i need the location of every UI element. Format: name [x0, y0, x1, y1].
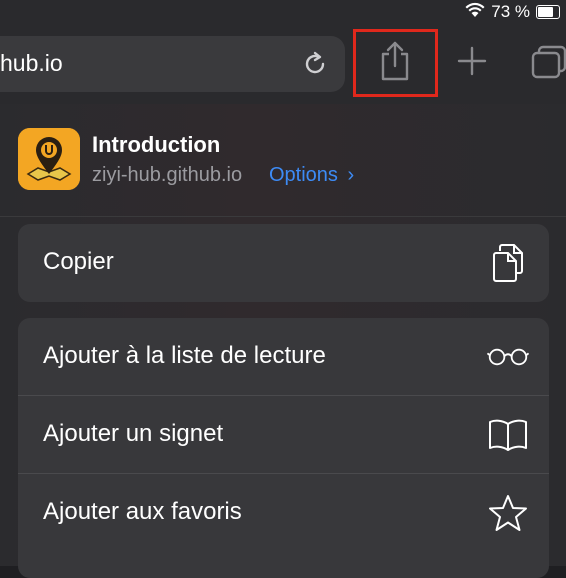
action-add-favorite[interactable]: Ajouter aux favoris — [18, 474, 549, 552]
status-bar: 73 % — [465, 0, 560, 24]
action-copy[interactable]: Copier — [18, 224, 549, 302]
tabs-overview-button[interactable] — [528, 38, 566, 88]
action-label: Ajouter aux favoris — [43, 498, 242, 525]
action-group-library: Ajouter à la liste de lecture Ajouter un… — [18, 318, 549, 578]
action-reading-list[interactable]: Ajouter à la liste de lecture — [18, 318, 549, 396]
action-label: Copier — [43, 248, 114, 275]
battery-percent: 73 % — [491, 2, 530, 21]
star-icon — [487, 492, 529, 534]
battery-icon — [536, 5, 560, 19]
url-text: hub.io — [0, 50, 63, 76]
book-icon — [487, 414, 529, 456]
new-tab-button[interactable] — [449, 38, 495, 88]
tabs-icon — [531, 43, 566, 84]
action-label: Ajouter un signet — [43, 420, 224, 447]
reload-icon[interactable] — [301, 50, 329, 83]
action-add-bookmark[interactable]: Ajouter un signet — [18, 396, 549, 474]
share-sheet-header: Introduction ziyi-hub.github.io Options … — [0, 104, 566, 217]
wifi-icon — [465, 2, 485, 23]
reading-glasses-icon — [487, 336, 529, 378]
options-label: Options — [269, 164, 338, 186]
copy-icon — [487, 242, 529, 284]
options-link[interactable]: Options › — [269, 164, 354, 187]
top-toolbar: 73 % hub.io — [0, 0, 566, 104]
action-group-copy: Copier — [18, 224, 549, 302]
share-button-highlight — [353, 29, 438, 97]
address-bar[interactable]: hub.io — [0, 36, 345, 92]
share-sheet: Introduction ziyi-hub.github.io Options … — [0, 104, 566, 578]
site-logo-icon — [18, 128, 80, 190]
plus-icon — [456, 45, 488, 82]
chevron-right-icon: › — [347, 164, 355, 186]
page-title: Introduction — [92, 132, 221, 157]
action-label: Ajouter à la liste de lecture — [43, 342, 326, 369]
page-domain: ziyi-hub.github.io — [92, 164, 243, 186]
